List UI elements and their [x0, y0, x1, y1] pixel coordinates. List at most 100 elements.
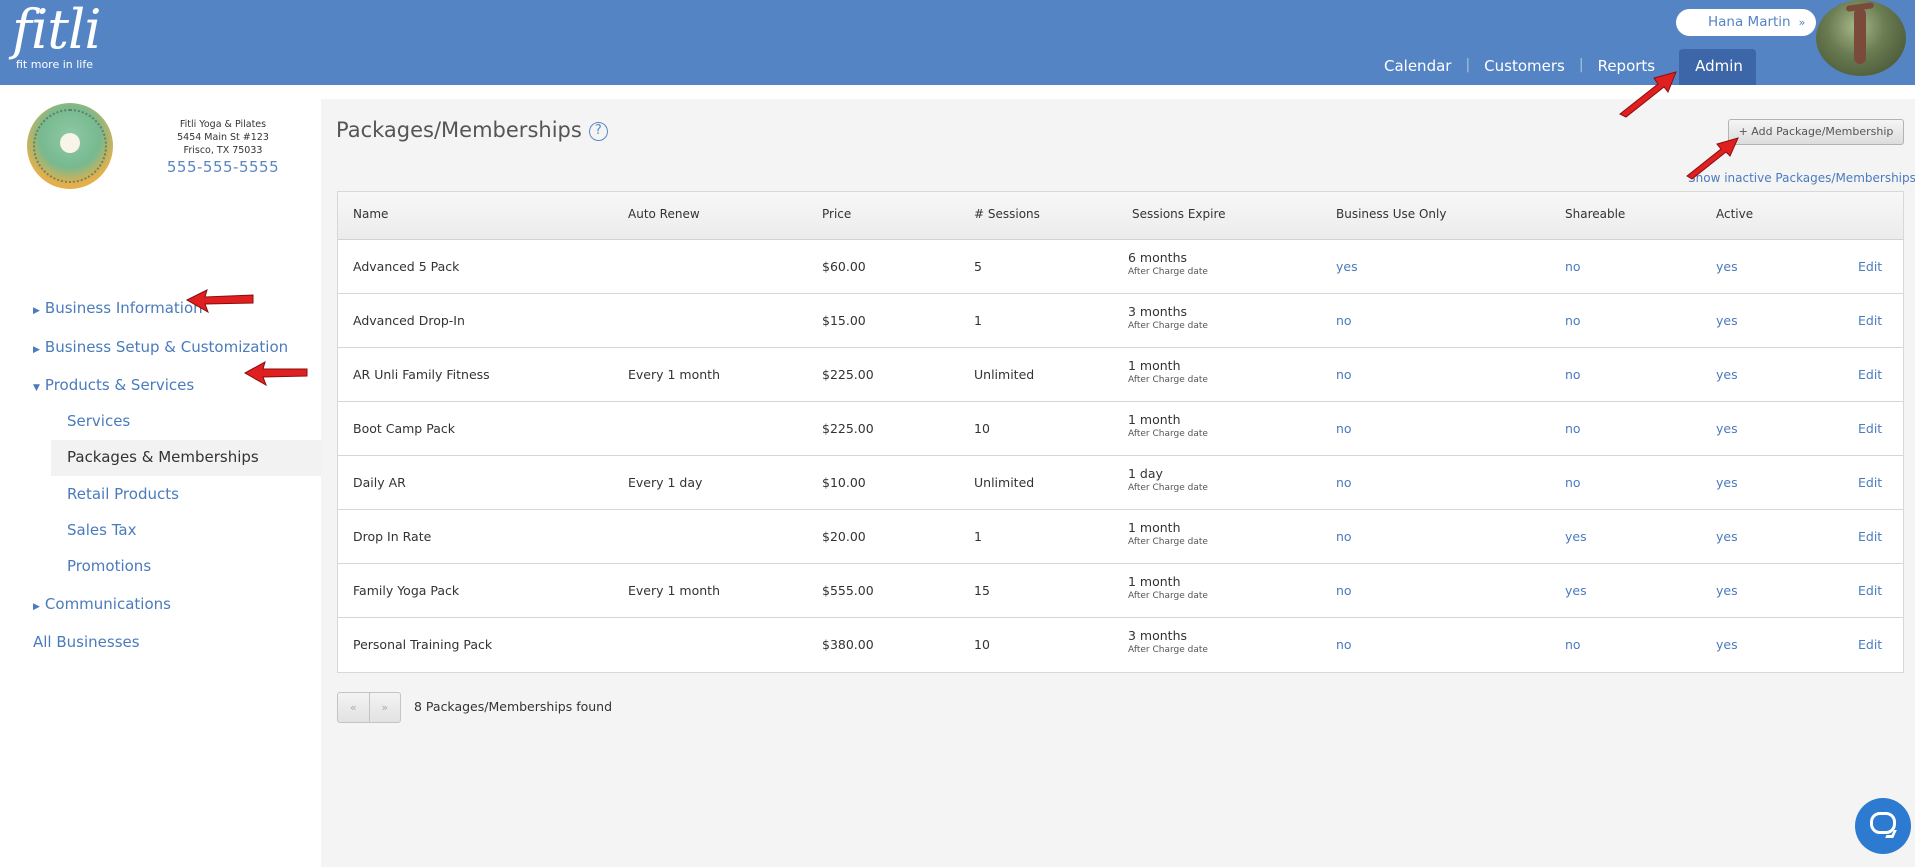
cell-business-use-only: no: [1336, 583, 1352, 598]
sidebar-item-business-information[interactable]: ▶ Business Information: [33, 299, 203, 317]
logo-wordmark: fitli: [12, 0, 101, 61]
column-header-shareable[interactable]: Shareable: [1565, 207, 1625, 221]
sidebar-subitem-retail-products[interactable]: Retail Products: [67, 485, 179, 503]
cell-sessions-expire: 1 month After Charge date: [1128, 412, 1208, 439]
sidebar: Fitli Yoga & Pilates 5454 Main St #123 F…: [0, 85, 321, 867]
business-address: Fitli Yoga & Pilates 5454 Main St #123 F…: [150, 118, 296, 157]
table-row: Family Yoga Pack Every 1 month $555.00 15 no…: [338, 564, 1903, 618]
sidebar-subitem-sales-tax[interactable]: Sales Tax: [67, 521, 136, 539]
main-nav: Calendar | Customers | Reports Admin: [1370, 49, 1757, 85]
column-header-business-use-only[interactable]: Business Use Only: [1336, 207, 1446, 221]
nav-calendar[interactable]: Calendar: [1370, 49, 1465, 85]
edit-link[interactable]: Edit: [1858, 313, 1882, 328]
edit-link[interactable]: Edit: [1858, 529, 1882, 544]
cell-business-use-only: no: [1336, 313, 1352, 328]
column-header-sessions-expire[interactable]: Sessions Expire: [1132, 207, 1226, 221]
cell-sessions: 1: [974, 313, 982, 328]
cell-price: $225.00: [822, 367, 874, 382]
cell-price: $380.00: [822, 637, 874, 652]
cell-name: Family Yoga Pack: [353, 583, 460, 598]
cell-price: $20.00: [822, 529, 866, 544]
pagination: « »: [337, 692, 401, 723]
annotation-arrow-icon: [1686, 137, 1739, 180]
table-row: Advanced Drop-In $15.00 1 no no yes Edit 3 mont…: [338, 294, 1903, 348]
table-row: AR Unli Family Fitness Every 1 month $225.…: [338, 348, 1903, 402]
cell-price: $15.00: [822, 313, 866, 328]
expire-note: After Charge date: [1128, 267, 1208, 277]
expire-note: After Charge date: [1128, 321, 1208, 331]
sidebar-item-label: Communications: [44, 595, 171, 613]
sidebar-item-business-setup[interactable]: ▶ Business Setup & Customization: [33, 338, 288, 356]
cell-shareable: no: [1565, 421, 1581, 436]
edit-link[interactable]: Edit: [1858, 475, 1882, 490]
table-row: Boot Camp Pack $225.00 10 no no yes Edit 1 mont…: [338, 402, 1903, 456]
table-row: Personal Training Pack $380.00 10 no no yes Ed…: [338, 618, 1903, 672]
cell-business-use-only: no: [1336, 637, 1352, 652]
packages-table: Name Auto Renew Price # Sessions Session…: [337, 191, 1904, 673]
sidebar-item-products-services[interactable]: ▼ Products & Services: [33, 376, 194, 394]
cell-active: yes: [1716, 313, 1738, 328]
caret-right-icon: ▶: [33, 306, 40, 316]
column-header-active[interactable]: Active: [1716, 207, 1753, 221]
expire-note: After Charge date: [1128, 645, 1208, 655]
cell-active: yes: [1716, 421, 1738, 436]
business-address-line2: Frisco, TX 75033: [183, 145, 263, 156]
annotation-arrow-icon: [1619, 71, 1677, 118]
cell-name: Personal Training Pack: [353, 637, 493, 652]
expire-note: After Charge date: [1128, 483, 1208, 493]
pager-next-button[interactable]: »: [368, 693, 401, 722]
sidebar-item-communications[interactable]: ▶ Communications: [33, 595, 171, 613]
cell-active: yes: [1716, 259, 1738, 274]
cell-name: Drop In Rate: [353, 529, 432, 544]
sidebar-item-all-businesses[interactable]: All Businesses: [33, 633, 140, 651]
edit-link[interactable]: Edit: [1858, 421, 1882, 436]
cell-sessions: 5: [974, 259, 982, 274]
edit-link[interactable]: Edit: [1858, 637, 1882, 652]
edit-link[interactable]: Edit: [1858, 583, 1882, 598]
cell-business-use-only: no: [1336, 421, 1352, 436]
page-title: Packages/Memberships?: [336, 118, 608, 142]
cell-shareable: no: [1565, 367, 1581, 382]
cell-business-use-only: no: [1336, 529, 1352, 544]
sidebar-item-label: Business Information: [44, 299, 203, 317]
help-icon[interactable]: ?: [588, 122, 608, 141]
sidebar-subitem-promotions[interactable]: Promotions: [67, 557, 151, 575]
edit-link[interactable]: Edit: [1858, 367, 1882, 382]
caret-down-icon: ▼: [33, 383, 40, 393]
column-header-sessions[interactable]: # Sessions: [974, 207, 1040, 221]
avatar[interactable]: [1816, 0, 1906, 76]
column-header-price[interactable]: Price: [822, 207, 851, 221]
cell-price: $225.00: [822, 421, 874, 436]
cell-active: yes: [1716, 583, 1738, 598]
add-package-button[interactable]: + Add Package/Membership: [1728, 119, 1904, 145]
nav-admin[interactable]: Admin: [1679, 49, 1757, 85]
cell-sessions: 1: [974, 529, 982, 544]
sidebar-subitem-services[interactable]: Services: [67, 412, 130, 430]
fitli-logo[interactable]: fitli fit more in life: [12, 0, 101, 72]
annotation-arrow-icon: [185, 289, 254, 314]
sidebar-item-label: Products & Services: [44, 376, 195, 394]
pager-prev-button[interactable]: «: [338, 693, 369, 722]
cell-name: Daily AR: [353, 475, 406, 490]
caret-right-icon: ▶: [33, 602, 40, 612]
edit-link[interactable]: Edit: [1858, 259, 1882, 274]
cell-shareable: yes: [1565, 529, 1587, 544]
chat-button[interactable]: [1855, 798, 1911, 854]
cell-sessions: 10: [974, 421, 990, 436]
sidebar-subitem-packages-memberships[interactable]: Packages & Memberships: [67, 448, 259, 466]
business-phone[interactable]: 555-555-5555: [150, 158, 296, 176]
cell-shareable: yes: [1565, 583, 1587, 598]
column-header-name[interactable]: Name: [353, 207, 388, 221]
cell-shareable: no: [1565, 313, 1581, 328]
cell-auto-renew: Every 1 day: [628, 475, 703, 490]
cell-shareable: no: [1565, 637, 1581, 652]
cell-name: Advanced Drop-In: [353, 313, 465, 328]
cell-price: $60.00: [822, 259, 866, 274]
cell-name: Advanced 5 Pack: [353, 259, 460, 274]
expire-note: After Charge date: [1128, 375, 1208, 385]
cell-sessions: Unlimited: [974, 475, 1035, 490]
cell-sessions-expire: 3 months After Charge date: [1128, 628, 1208, 655]
column-header-auto-renew[interactable]: Auto Renew: [628, 207, 700, 221]
nav-customers[interactable]: Customers: [1470, 49, 1579, 85]
user-menu[interactable]: Hana Martin »: [1676, 9, 1816, 36]
